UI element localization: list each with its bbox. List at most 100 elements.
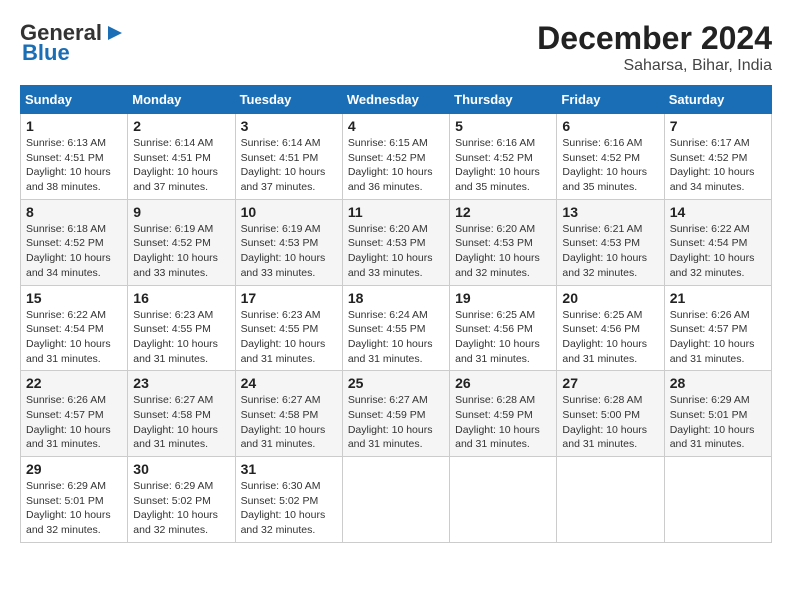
day-number: 14 (670, 204, 766, 220)
calendar-cell (664, 457, 771, 543)
calendar-week-3: 15 Sunrise: 6:22 AMSunset: 4:54 PMDayligh… (21, 285, 772, 371)
calendar-cell: 1 Sunrise: 6:13 AMSunset: 4:51 PMDaylight… (21, 114, 128, 200)
day-info: Sunrise: 6:16 AMSunset: 4:52 PMDaylight:… (562, 136, 658, 195)
day-number: 28 (670, 375, 766, 391)
day-number: 6 (562, 118, 658, 134)
day-info: Sunrise: 6:23 AMSunset: 4:55 PMDaylight:… (241, 308, 337, 367)
day-number: 29 (26, 461, 122, 477)
calendar-cell: 9 Sunrise: 6:19 AMSunset: 4:52 PMDaylight… (128, 199, 235, 285)
day-info: Sunrise: 6:20 AMSunset: 4:53 PMDaylight:… (348, 222, 444, 281)
day-info: Sunrise: 6:14 AMSunset: 4:51 PMDaylight:… (241, 136, 337, 195)
day-info: Sunrise: 6:28 AMSunset: 5:00 PMDaylight:… (562, 393, 658, 452)
day-number: 31 (241, 461, 337, 477)
day-info: Sunrise: 6:20 AMSunset: 4:53 PMDaylight:… (455, 222, 551, 281)
day-number: 4 (348, 118, 444, 134)
logo: General Blue (20, 20, 126, 66)
calendar-cell: 16Sunrise: 6:23 AMSunset: 4:55 PMDayligh… (128, 285, 235, 371)
day-info: Sunrise: 6:14 AMSunset: 4:51 PMDaylight:… (133, 136, 229, 195)
calendar-cell (450, 457, 557, 543)
day-info: Sunrise: 6:29 AMSunset: 5:02 PMDaylight:… (133, 479, 229, 538)
calendar-header-row: SundayMondayTuesdayWednesdayThursdayFrid… (21, 86, 772, 114)
calendar-header-monday: Monday (128, 86, 235, 114)
day-number: 8 (26, 204, 122, 220)
day-number: 20 (562, 290, 658, 306)
day-number: 26 (455, 375, 551, 391)
calendar-cell: 3 Sunrise: 6:14 AMSunset: 4:51 PMDaylight… (235, 114, 342, 200)
day-info: Sunrise: 6:29 AMSunset: 5:01 PMDaylight:… (670, 393, 766, 452)
day-info: Sunrise: 6:25 AMSunset: 4:56 PMDaylight:… (562, 308, 658, 367)
title-block: December 2024 Saharsa, Bihar, India (537, 20, 772, 75)
calendar-cell: 21 Sunrise: 6:26 AMSunset: 4:57 PMDayligh… (664, 285, 771, 371)
calendar-cell: 25 Sunrise: 6:27 AMSunset: 4:59 PMDayligh… (342, 371, 449, 457)
calendar-cell: 5 Sunrise: 6:16 AMSunset: 4:52 PMDaylight… (450, 114, 557, 200)
calendar-cell: 19 Sunrise: 6:25 AMSunset: 4:56 PMDayligh… (450, 285, 557, 371)
day-number: 23 (133, 375, 229, 391)
calendar-cell: 23 Sunrise: 6:27 AMSunset: 4:58 PMDayligh… (128, 371, 235, 457)
day-number: 9 (133, 204, 229, 220)
calendar-cell: 17 Sunrise: 6:23 AMSunset: 4:55 PMDayligh… (235, 285, 342, 371)
day-number: 18 (348, 290, 444, 306)
day-info: Sunrise: 6:16 AMSunset: 4:52 PMDaylight:… (455, 136, 551, 195)
day-number: 19 (455, 290, 551, 306)
day-info: Sunrise: 6:19 AMSunset: 4:53 PMDaylight:… (241, 222, 337, 281)
calendar-cell: 24 Sunrise: 6:27 AMSunset: 4:58 PMDayligh… (235, 371, 342, 457)
calendar-cell: 29Sunrise: 6:29 AMSunset: 5:01 PMDayligh… (21, 457, 128, 543)
day-info: Sunrise: 6:13 AMSunset: 4:51 PMDaylight:… (26, 136, 122, 195)
day-number: 2 (133, 118, 229, 134)
day-number: 3 (241, 118, 337, 134)
calendar-cell: 7Sunrise: 6:17 AMSunset: 4:52 PMDaylight… (664, 114, 771, 200)
calendar-header-tuesday: Tuesday (235, 86, 342, 114)
day-info: Sunrise: 6:25 AMSunset: 4:56 PMDaylight:… (455, 308, 551, 367)
day-number: 5 (455, 118, 551, 134)
calendar-week-2: 8 Sunrise: 6:18 AMSunset: 4:52 PMDaylight… (21, 199, 772, 285)
day-info: Sunrise: 6:30 AMSunset: 5:02 PMDaylight:… (241, 479, 337, 538)
logo-icon (104, 22, 126, 44)
day-number: 1 (26, 118, 122, 134)
day-number: 24 (241, 375, 337, 391)
day-info: Sunrise: 6:15 AMSunset: 4:52 PMDaylight:… (348, 136, 444, 195)
day-info: Sunrise: 6:18 AMSunset: 4:52 PMDaylight:… (26, 222, 122, 281)
day-info: Sunrise: 6:19 AMSunset: 4:52 PMDaylight:… (133, 222, 229, 281)
calendar-table: SundayMondayTuesdayWednesdayThursdayFrid… (20, 85, 772, 543)
day-number: 10 (241, 204, 337, 220)
calendar-header-friday: Friday (557, 86, 664, 114)
page-subtitle: Saharsa, Bihar, India (537, 57, 772, 75)
day-info: Sunrise: 6:27 AMSunset: 4:58 PMDaylight:… (133, 393, 229, 452)
day-info: Sunrise: 6:22 AMSunset: 4:54 PMDaylight:… (670, 222, 766, 281)
page-title: December 2024 (537, 20, 772, 57)
calendar-cell: 31 Sunrise: 6:30 AMSunset: 5:02 PMDayligh… (235, 457, 342, 543)
calendar-cell: 2 Sunrise: 6:14 AMSunset: 4:51 PMDaylight… (128, 114, 235, 200)
day-number: 16 (133, 290, 229, 306)
calendar-cell (342, 457, 449, 543)
page-header: General Blue December 2024 Saharsa, Biha… (20, 20, 772, 75)
calendar-cell: 30Sunrise: 6:29 AMSunset: 5:02 PMDayligh… (128, 457, 235, 543)
day-number: 25 (348, 375, 444, 391)
day-info: Sunrise: 6:21 AMSunset: 4:53 PMDaylight:… (562, 222, 658, 281)
calendar-cell: 13Sunrise: 6:21 AMSunset: 4:53 PMDayligh… (557, 199, 664, 285)
logo-text-blue: Blue (22, 40, 70, 66)
day-number: 22 (26, 375, 122, 391)
day-number: 15 (26, 290, 122, 306)
day-number: 7 (670, 118, 766, 134)
calendar-cell: 27 Sunrise: 6:28 AMSunset: 5:00 PMDayligh… (557, 371, 664, 457)
calendar-cell: 18 Sunrise: 6:24 AMSunset: 4:55 PMDayligh… (342, 285, 449, 371)
day-number: 21 (670, 290, 766, 306)
calendar-header-sunday: Sunday (21, 86, 128, 114)
calendar-cell: 20 Sunrise: 6:25 AMSunset: 4:56 PMDayligh… (557, 285, 664, 371)
day-info: Sunrise: 6:22 AMSunset: 4:54 PMDaylight:… (26, 308, 122, 367)
calendar-cell: 10 Sunrise: 6:19 AMSunset: 4:53 PMDayligh… (235, 199, 342, 285)
calendar-cell: 26Sunrise: 6:28 AMSunset: 4:59 PMDayligh… (450, 371, 557, 457)
calendar-header-wednesday: Wednesday (342, 86, 449, 114)
calendar-cell (557, 457, 664, 543)
calendar-cell: 4 Sunrise: 6:15 AMSunset: 4:52 PMDaylight… (342, 114, 449, 200)
day-info: Sunrise: 6:27 AMSunset: 4:58 PMDaylight:… (241, 393, 337, 452)
calendar-cell: 22 Sunrise: 6:26 AMSunset: 4:57 PMDayligh… (21, 371, 128, 457)
day-info: Sunrise: 6:26 AMSunset: 4:57 PMDaylight:… (26, 393, 122, 452)
calendar-header-thursday: Thursday (450, 86, 557, 114)
calendar-week-5: 29Sunrise: 6:29 AMSunset: 5:01 PMDayligh… (21, 457, 772, 543)
day-info: Sunrise: 6:27 AMSunset: 4:59 PMDaylight:… (348, 393, 444, 452)
day-number: 27 (562, 375, 658, 391)
day-info: Sunrise: 6:24 AMSunset: 4:55 PMDaylight:… (348, 308, 444, 367)
day-number: 17 (241, 290, 337, 306)
day-info: Sunrise: 6:26 AMSunset: 4:57 PMDaylight:… (670, 308, 766, 367)
